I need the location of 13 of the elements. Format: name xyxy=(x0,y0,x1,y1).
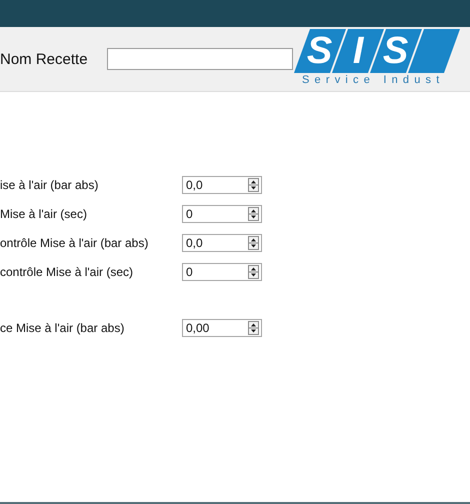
field-label: ontrôle Mise à l'air (bar abs) xyxy=(0,236,150,250)
field-label: ise à l'air (bar abs) xyxy=(0,178,100,192)
spin-arrows-icon[interactable] xyxy=(248,264,259,278)
spin-arrows-icon[interactable] xyxy=(248,320,259,334)
recipe-name-field[interactable] xyxy=(107,48,293,70)
field-label: Mise à l'air (sec) xyxy=(0,206,88,220)
spin-arrows-icon[interactable] xyxy=(248,236,259,250)
field-label: contrôle Mise à l'air (sec) xyxy=(0,264,134,278)
recipe-name-label: Nom Recette xyxy=(0,50,89,68)
spin-arrows-icon[interactable] xyxy=(248,206,259,220)
logo-tagline: Service Indust xyxy=(302,74,446,86)
field-label: ce Mise à l'air (bar abs) xyxy=(0,320,126,334)
spin-arrows-icon[interactable] xyxy=(248,178,259,192)
